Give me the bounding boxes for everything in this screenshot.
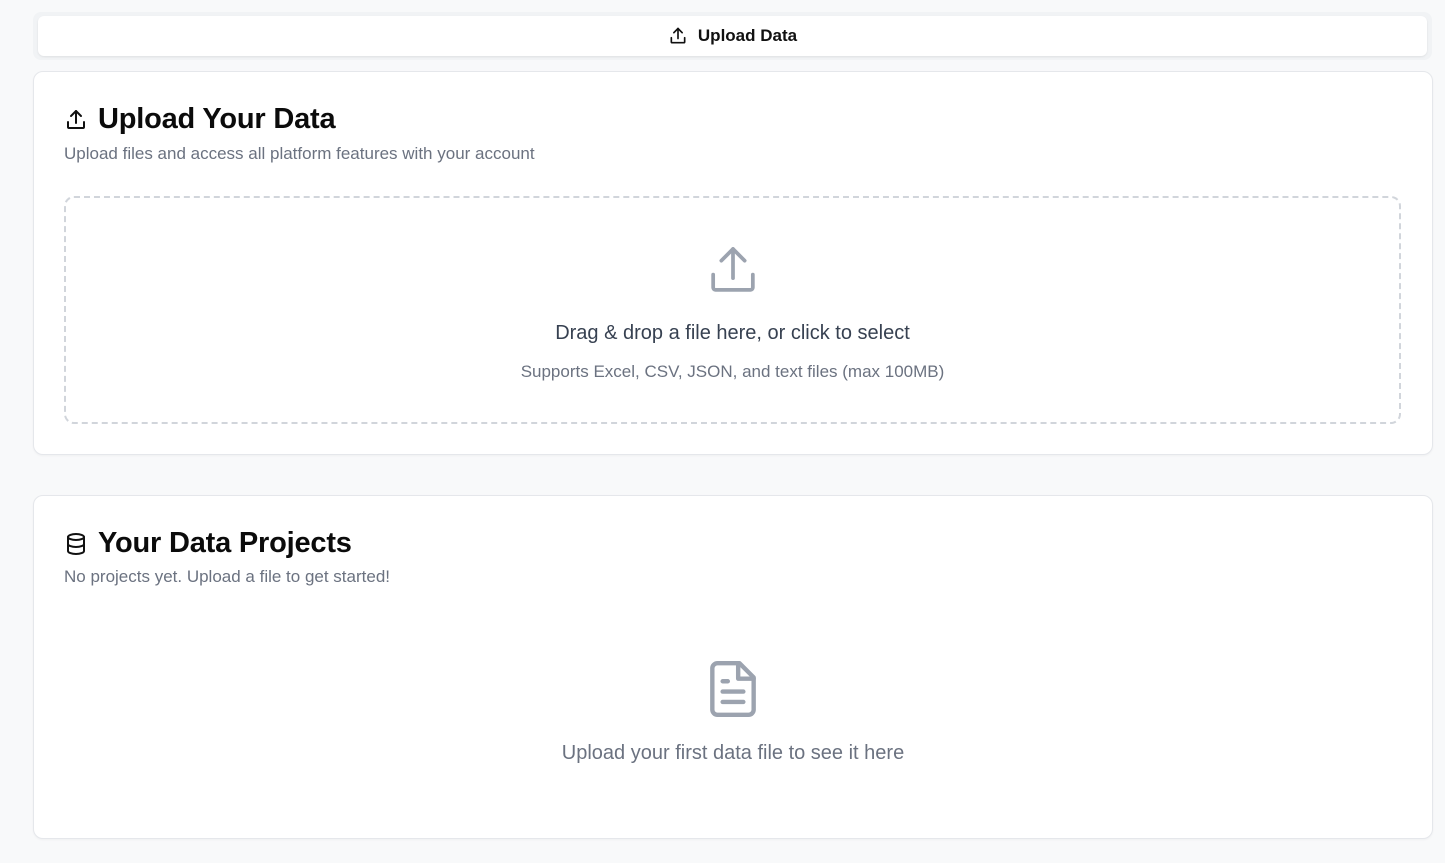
upload-card-header: Upload Your Data [64,103,336,136]
tab-bar: Upload Data [33,12,1432,60]
tab-label: Upload Data [697,26,798,45]
upload-icon [668,26,688,46]
file-text-icon [702,658,764,720]
projects-card-description: No projects yet. Upload a file to get st… [64,567,391,586]
projects-card-header: Your Data Projects [64,527,352,560]
projects-card-title: Your Data Projects [98,527,352,559]
upload-icon [705,242,761,298]
tab-upload-data[interactable]: Upload Data [38,16,1427,56]
upload-card-description: Upload files and access all platform fea… [64,144,535,163]
empty-state-text: Upload your first data file to see it he… [561,742,905,764]
upload-icon [64,108,88,132]
dropzone-secondary-text: Supports Excel, CSV, JSON, and text file… [520,362,945,381]
upload-card-title: Upload Your Data [98,103,336,135]
projects-card: Your Data Projects No projects yet. Uplo… [33,495,1433,839]
file-dropzone[interactable]: Drag & drop a file here, or click to sel… [64,196,1401,424]
dropzone-primary-text: Drag & drop a file here, or click to sel… [555,322,910,344]
upload-card: Upload Your Data Upload files and access… [33,71,1433,455]
database-icon [64,532,88,556]
